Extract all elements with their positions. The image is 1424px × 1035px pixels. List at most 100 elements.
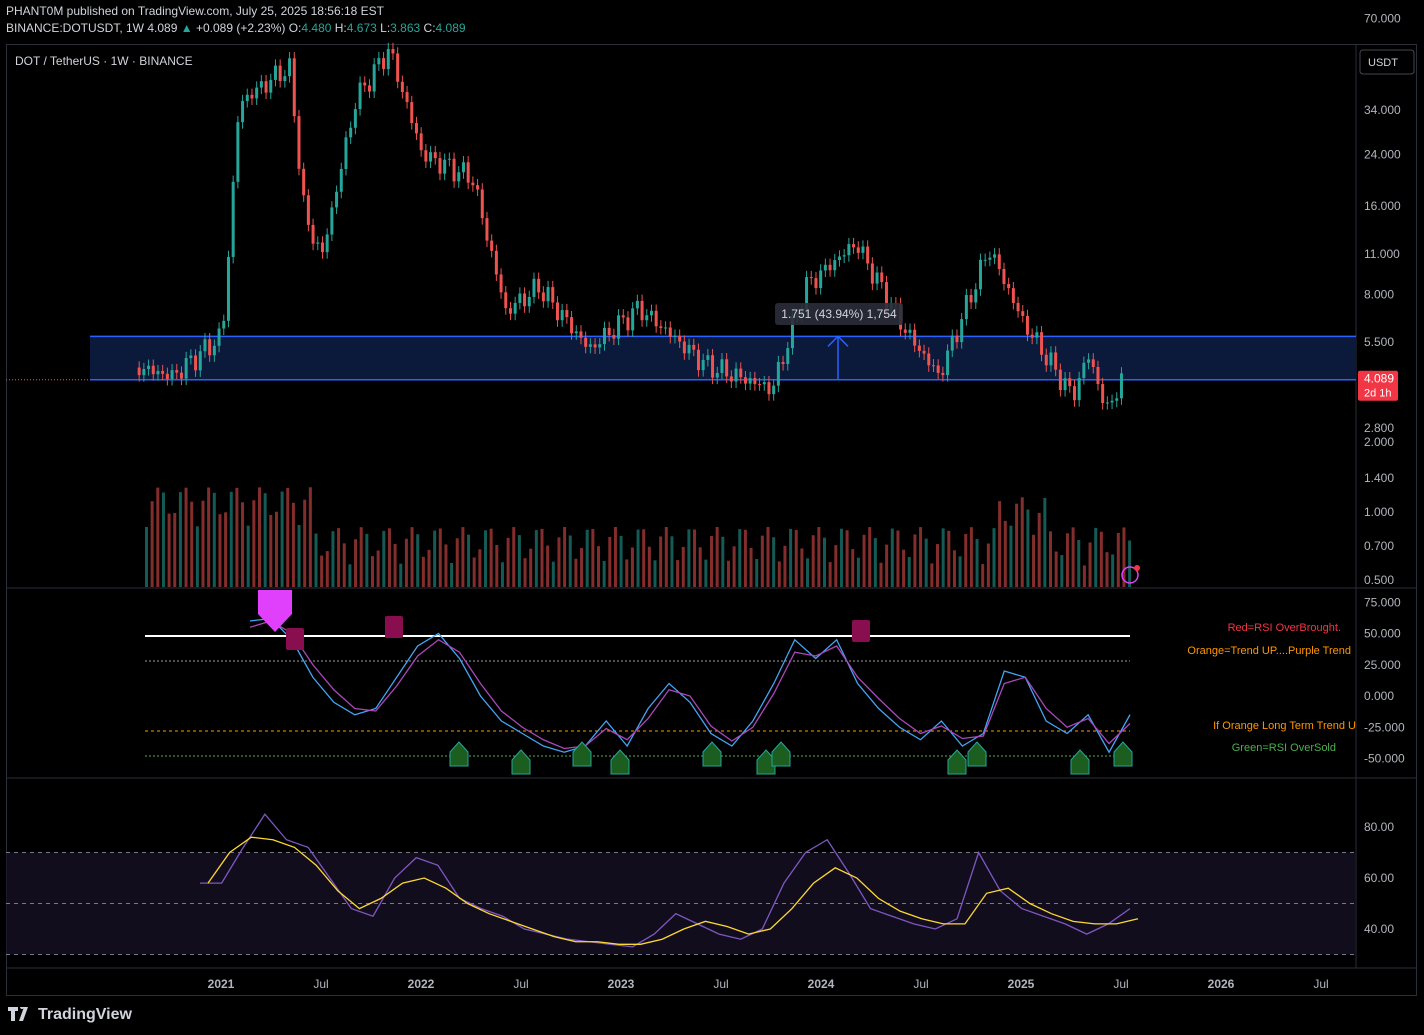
candle-body	[941, 372, 945, 376]
candle-body	[753, 378, 757, 385]
volume-bar	[885, 544, 889, 587]
volume-bar	[851, 549, 855, 587]
volume-bar	[738, 529, 742, 587]
volume-bar	[540, 528, 544, 587]
measure-label: 1.751 (43.94%) 1,754	[781, 307, 897, 321]
volume-bar	[1077, 540, 1081, 587]
volume-bar	[297, 524, 301, 587]
volume-bar	[252, 500, 256, 587]
candle-body	[410, 102, 414, 124]
volume-bar	[1088, 542, 1092, 587]
volume-bar	[190, 501, 194, 587]
candle-body	[438, 158, 442, 174]
candle-body	[983, 259, 987, 261]
candle-body	[414, 123, 418, 134]
price-tick-label: 34.000	[1364, 103, 1401, 117]
volume-bar	[371, 556, 374, 587]
candle-body	[776, 362, 780, 386]
volume-bar	[207, 487, 211, 587]
volume-bar	[246, 525, 250, 587]
candle-body	[635, 300, 639, 309]
support-zone	[90, 336, 1356, 380]
volume-bar	[308, 487, 312, 587]
volume-bar	[664, 527, 668, 587]
candle-body	[1091, 359, 1095, 367]
candle-body	[823, 264, 827, 271]
candle-body	[772, 385, 776, 395]
volume-bar	[698, 547, 702, 587]
time-tick-label: Jul	[1313, 977, 1328, 991]
volume-bar	[619, 535, 623, 587]
candle-body	[762, 382, 766, 385]
volume-bar	[173, 512, 177, 587]
candle-body	[767, 382, 771, 395]
volume-bar	[523, 558, 527, 587]
oversold-flag-icon	[511, 749, 531, 775]
price-tick-label: 2.000	[1364, 435, 1394, 449]
volume-bar	[145, 527, 148, 587]
candle-body	[288, 58, 292, 77]
candle-body	[560, 310, 564, 321]
volume-bar	[930, 563, 934, 587]
volume-bar	[630, 547, 634, 587]
volume-bar	[195, 526, 199, 587]
candle-body	[1049, 352, 1053, 366]
volume-bar	[331, 531, 335, 587]
candle-body	[725, 359, 729, 377]
volume-bar	[670, 536, 674, 587]
volume-bar	[337, 528, 341, 587]
volume-bar	[387, 528, 391, 587]
candle-body	[1087, 359, 1091, 363]
volume-bar	[478, 549, 482, 587]
overbought-marker-icon	[258, 590, 292, 632]
candle-body	[1021, 311, 1025, 316]
candle-body	[189, 355, 193, 359]
overbought-flag-icon	[286, 628, 304, 650]
oversold-flag-icon	[771, 741, 791, 767]
volume-bar	[873, 538, 877, 587]
candle-body	[1105, 402, 1109, 404]
volume-bar	[212, 492, 216, 587]
candle-body	[292, 58, 296, 117]
candle-body	[837, 256, 841, 261]
candle-body	[358, 82, 362, 110]
volume-bar	[947, 530, 951, 587]
volume-bar	[512, 527, 516, 587]
volume-bar	[597, 546, 600, 587]
candle-body	[485, 218, 489, 241]
candle-body	[306, 195, 310, 225]
candle-body	[875, 272, 879, 284]
volume-bar	[410, 527, 414, 587]
chart-canvas[interactable]: 70.000 50.000 34.000 24.000 16.000 11.000 8.00…	[0, 0, 1424, 1000]
volume-bar	[320, 555, 324, 587]
candle-body	[283, 76, 287, 82]
volume-bar	[568, 535, 572, 587]
tradingview-logo[interactable]: TradingView	[8, 1006, 132, 1024]
candle-body	[870, 263, 874, 284]
volume-bar	[1032, 534, 1036, 587]
candle-body	[908, 329, 912, 333]
currency-button[interactable]: USDT	[1359, 49, 1415, 75]
osc-tick-label: 0.000	[1364, 689, 1394, 703]
osc-tick-label: -25.000	[1364, 720, 1405, 734]
volume-bar	[184, 487, 188, 587]
candle-body	[142, 369, 146, 376]
volume-bar	[613, 527, 617, 587]
candle-body	[396, 53, 400, 82]
overbought-flag-icon	[385, 616, 403, 638]
volume-bar	[167, 513, 171, 587]
time-tick-label: Jul	[913, 977, 928, 991]
oversold-flag-icon	[449, 741, 469, 767]
candle-body	[212, 345, 216, 356]
time-tick-label: Jul	[713, 977, 728, 991]
volume-bar	[286, 487, 290, 587]
rsi-tick-label: 80.00	[1364, 820, 1394, 834]
volume-bar	[1071, 527, 1075, 587]
candle-body	[997, 254, 1001, 269]
candle-body	[922, 350, 926, 354]
candle-body	[602, 327, 606, 345]
candle-body	[579, 331, 583, 338]
candle-body	[565, 310, 569, 318]
time-tick-label: 2025	[1008, 977, 1035, 991]
volume-bar	[258, 487, 261, 587]
